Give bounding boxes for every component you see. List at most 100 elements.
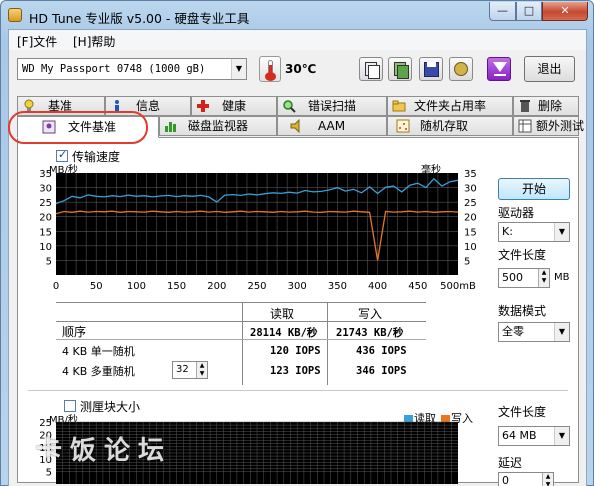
bar-chart-icon <box>165 122 176 132</box>
options-button[interactable] <box>449 57 473 81</box>
tab-disk-monitor[interactable]: 磁盘监视器 <box>159 116 277 136</box>
spin-arrows-icon[interactable]: ▲ ▼ <box>538 269 549 287</box>
menu-help[interactable]: [H]帮助 <box>73 33 115 50</box>
tab-highlight-annotation <box>8 111 148 144</box>
transfer-y-tick-right: 10 <box>464 242 477 253</box>
grid-icon <box>518 119 532 133</box>
menu-bar: [F]文件 [H]帮助 <box>9 30 586 50</box>
temperature-value: 30℃ <box>285 62 317 76</box>
transfer-y-tick-left: 30 <box>39 184 52 195</box>
maximize-button[interactable]: □ <box>516 2 542 21</box>
transfer-y-tick-right: 15 <box>464 227 477 238</box>
toolbar: WD My Passport 0748 (1000 gB) ▼ 30℃ 退出 <box>9 51 586 87</box>
transfer-x-tick: 300 <box>288 281 307 292</box>
transfer-x-tick: 200 <box>207 281 226 292</box>
start-button[interactable]: 开始 <box>498 178 570 200</box>
tab-health[interactable]: 健康 <box>191 96 277 116</box>
app-icon <box>8 8 22 22</box>
download-arrow-icon <box>493 62 507 72</box>
result-4k-single-read: 120 IOPS <box>270 345 321 357</box>
result-4k-single-write: 436 IOPS <box>356 345 407 357</box>
chevron-down-icon[interactable]: ▼ <box>554 323 569 341</box>
transfer-y-tick-right: 30 <box>464 184 477 195</box>
copy-image-button[interactable] <box>388 57 412 81</box>
transfer-y-tick-left: 20 <box>39 213 52 224</box>
transfer-y-tick-right: 25 <box>464 198 477 209</box>
data-mode-label: 数据模式 <box>498 304 547 318</box>
chevron-down-icon[interactable]: ▼ <box>554 427 569 445</box>
result-sequential-read: 28114 KB/秒 <box>250 327 318 339</box>
tab-aam[interactable]: AAM <box>277 116 387 136</box>
download-button[interactable] <box>487 57 511 81</box>
results-read-header: 读取 <box>270 307 295 321</box>
folder-icon <box>392 100 406 112</box>
client-area: [F]文件 [H]帮助 WD My Passport 0748 (1000 gB… <box>8 29 587 486</box>
magnifier-icon <box>283 100 296 113</box>
file-length-unit: MB <box>554 272 570 283</box>
window-title: HD Tune 专业版 v5.00 - 硬盘专业工具 <box>29 11 250 26</box>
save-button[interactable] <box>419 57 443 81</box>
block-size-label: 测厘块大小 <box>80 400 141 414</box>
close-button[interactable]: ✕ <box>542 2 588 21</box>
drive-label: 驱动器 <box>498 206 535 220</box>
result-4k-multi-read: 123 IOPS <box>270 365 321 377</box>
results-write-header: 写入 <box>358 307 383 321</box>
block-y-tick: 25 <box>39 418 52 429</box>
transfer-speed-label: 传输速度 <box>72 150 121 164</box>
transfer-y-tick-left: 25 <box>39 198 52 209</box>
title-bar[interactable]: HD Tune 专业版 v5.00 - 硬盘专业工具 — □ ✕ <box>1 1 593 29</box>
transfer-y-tick-left: 5 <box>46 256 52 267</box>
menu-file[interactable]: [F]文件 <box>17 33 57 50</box>
chevron-down-icon[interactable]: ▼ <box>231 59 246 79</box>
block-y-tick: 5 <box>46 468 52 479</box>
tab-delete[interactable]: 删除 <box>513 96 579 116</box>
transfer-x-tick: 0 <box>53 281 59 292</box>
transfer-y-tick-right: 35 <box>464 169 477 180</box>
tab-random-access[interactable]: 随机存取 <box>387 116 513 136</box>
result-row-4k-single-label: 4 KB 单一随机 <box>62 345 135 358</box>
delay-label: 延迟 <box>498 456 523 470</box>
transfer-y-tick-right: 5 <box>464 256 470 267</box>
results-divider <box>56 302 426 303</box>
transfer-x-tick: 100 <box>127 281 146 292</box>
transfer-y-tick-left: 35 <box>39 169 52 180</box>
speaker-icon <box>290 119 300 133</box>
exit-button[interactable]: 退出 <box>524 56 575 82</box>
result-row-sequential-label: 顺序 <box>62 325 87 339</box>
result-row-4k-multi-label: 4 KB 多重随机 <box>62 365 135 378</box>
queue-depth-stepper[interactable]: 32 ▲ ▼ <box>172 361 208 379</box>
drive-dropdown[interactable]: K: ▼ <box>498 222 570 242</box>
gear-icon <box>454 62 468 76</box>
trash-icon <box>520 100 530 112</box>
watermark-text: 卡饭论坛 <box>36 436 173 466</box>
transfer-x-tick: 400 <box>368 281 387 292</box>
thermometer-icon <box>259 56 281 82</box>
file-length-label: 文件长度 <box>498 248 547 262</box>
drive-select-value: WD My Passport 0748 (1000 gB) <box>22 63 206 75</box>
copy-text-button[interactable] <box>359 57 383 81</box>
red-cross-icon <box>197 100 209 112</box>
chevron-down-icon[interactable]: ▼ <box>554 223 569 241</box>
block-file-length-dropdown[interactable]: 64 MB ▼ <box>498 426 570 446</box>
transfer-x-tick: 250 <box>247 281 266 292</box>
tab-error-scan[interactable]: 错误扫描 <box>277 96 387 116</box>
transfer-y-tick-left: 10 <box>39 242 52 253</box>
data-mode-dropdown[interactable]: 全零 ▼ <box>498 322 570 342</box>
transfer-x-tick: 150 <box>167 281 186 292</box>
delay-input[interactable]: 0 ▲ ▼ <box>498 472 554 486</box>
transfer-x-tick: 500mB <box>440 281 476 292</box>
transfer-y-tick-left: 15 <box>39 227 52 238</box>
transfer-y-tick-right: 20 <box>464 213 477 224</box>
tab-extra-tests[interactable]: 额外测试 <box>513 116 584 136</box>
section-divider <box>28 390 568 391</box>
transfer-x-tick: 350 <box>328 281 347 292</box>
tab-folder-usage[interactable]: 文件夹占用率 <box>387 96 513 116</box>
app-window: HD Tune 专业版 v5.00 - 硬盘专业工具 — □ ✕ [F]文件 [… <box>0 0 594 486</box>
transfer-x-tick: 50 <box>90 281 103 292</box>
spin-arrows-icon[interactable]: ▲ ▼ <box>196 362 207 378</box>
file-length-input[interactable]: 500 ▲ ▼ <box>498 268 550 288</box>
minimize-button[interactable]: — <box>489 2 516 21</box>
result-4k-multi-write: 346 IOPS <box>356 365 407 377</box>
spin-arrows-icon[interactable]: ▲ ▼ <box>542 473 553 486</box>
drive-select[interactable]: WD My Passport 0748 (1000 gB) ▼ <box>17 58 247 80</box>
